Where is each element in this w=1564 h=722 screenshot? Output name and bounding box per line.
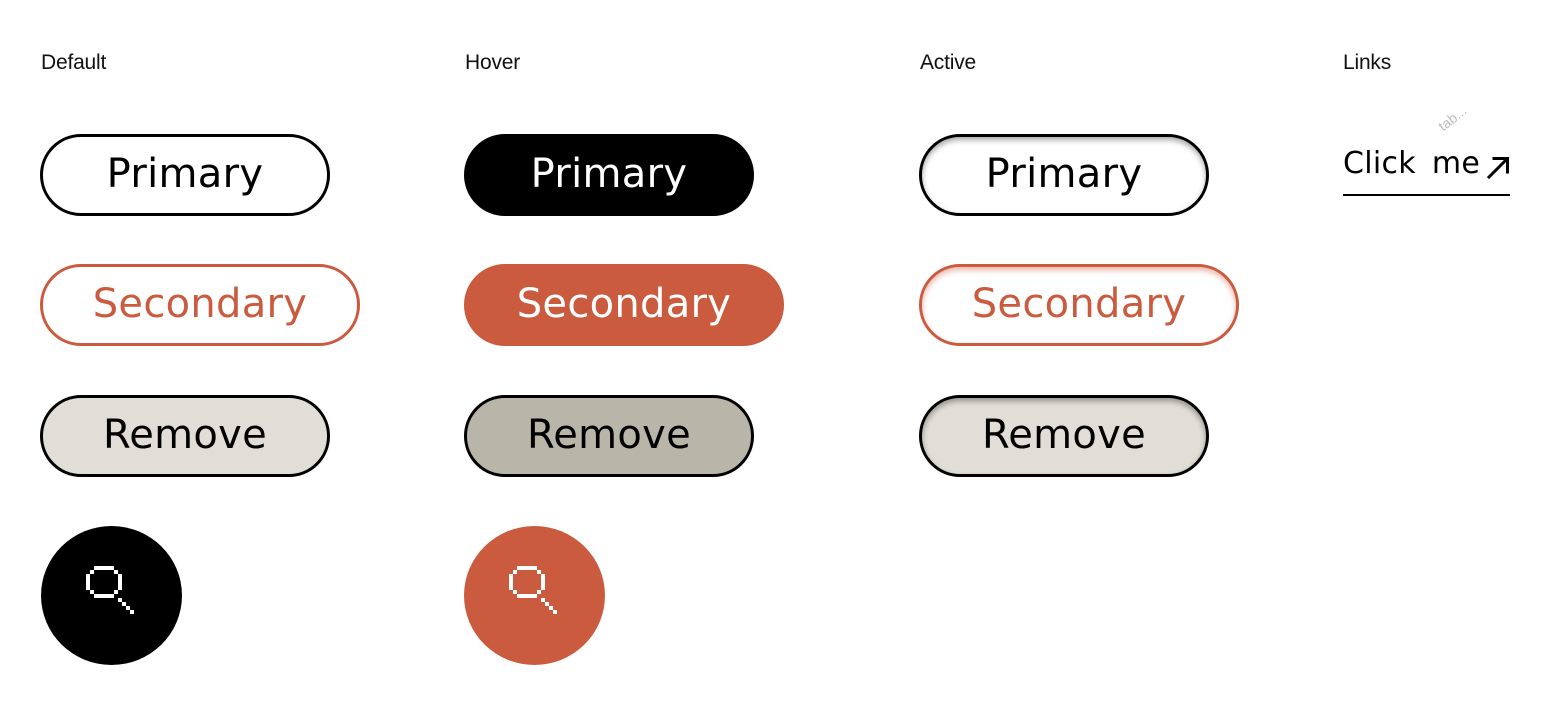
link-label: Click me bbox=[1343, 146, 1481, 181]
remove-button-hover[interactable]: Remove bbox=[464, 395, 754, 477]
click-me-link[interactable]: Click me bbox=[1343, 140, 1510, 196]
search-button-hover[interactable] bbox=[464, 526, 605, 665]
column-label-active: Active bbox=[920, 51, 976, 74]
search-icon bbox=[82, 565, 142, 626]
remove-button-default[interactable]: Remove bbox=[40, 395, 330, 477]
remove-button-active[interactable]: Remove bbox=[919, 395, 1209, 477]
column-label-default: Default bbox=[41, 51, 107, 74]
primary-button-default[interactable]: Primary bbox=[40, 134, 330, 216]
primary-button-hover[interactable]: Primary bbox=[464, 134, 754, 216]
search-button-default[interactable] bbox=[41, 526, 182, 665]
secondary-button-active[interactable]: Secondary bbox=[919, 264, 1239, 346]
secondary-button-hover[interactable]: Secondary bbox=[464, 264, 784, 346]
primary-button-active[interactable]: Primary bbox=[919, 134, 1209, 216]
column-label-links: Links bbox=[1343, 51, 1392, 74]
arrow-up-right-icon bbox=[1485, 154, 1511, 185]
secondary-button-default[interactable]: Secondary bbox=[40, 264, 360, 346]
search-icon bbox=[505, 565, 565, 626]
tab-hint: tab... bbox=[1435, 102, 1470, 134]
column-label-hover: Hover bbox=[465, 51, 521, 74]
